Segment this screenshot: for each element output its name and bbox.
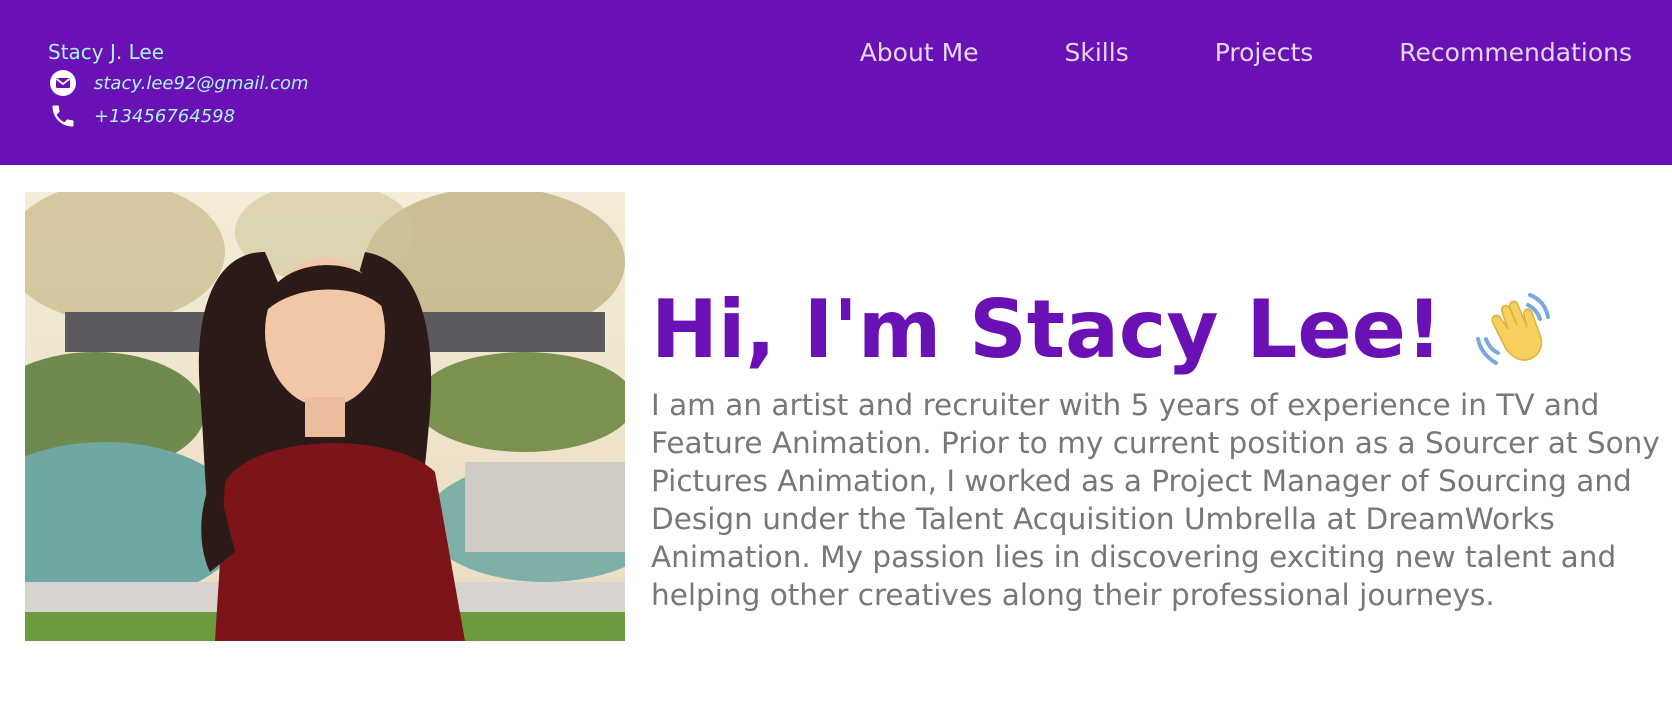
hero-section: Hi, I'm Stacy Lee! I am an artist and re… [651, 280, 1661, 614]
email-row: stacy.lee92@gmail.com [48, 69, 309, 97]
phone-link[interactable]: +13456764598 [94, 106, 235, 127]
hero-heading: Hi, I'm Stacy Lee! [651, 280, 1661, 380]
contact-block: Stacy J. Lee stacy.lee92@gmail.com +1345… [48, 40, 309, 130]
phone-row: +13456764598 [48, 102, 309, 130]
nav-recommendations[interactable]: Recommendations [1399, 38, 1632, 67]
nav-about-me[interactable]: About Me [860, 38, 979, 67]
contact-name: Stacy J. Lee [48, 40, 164, 64]
nav-projects[interactable]: Projects [1215, 38, 1314, 67]
envelope-icon [48, 68, 78, 98]
email-link[interactable]: stacy.lee92@gmail.com [94, 73, 309, 94]
phone-icon [48, 101, 78, 131]
hero-title-text: Hi, I'm Stacy Lee! [651, 283, 1443, 376]
waving-hand-icon [1470, 287, 1556, 373]
site-header: Stacy J. Lee stacy.lee92@gmail.com +1345… [0, 0, 1672, 165]
profile-photo [25, 192, 625, 641]
nav-skills[interactable]: Skills [1065, 38, 1129, 67]
hero-bio: I am an artist and recruiter with 5 year… [651, 388, 1660, 612]
main-nav: About Me Skills Projects Recommendations [860, 38, 1632, 67]
